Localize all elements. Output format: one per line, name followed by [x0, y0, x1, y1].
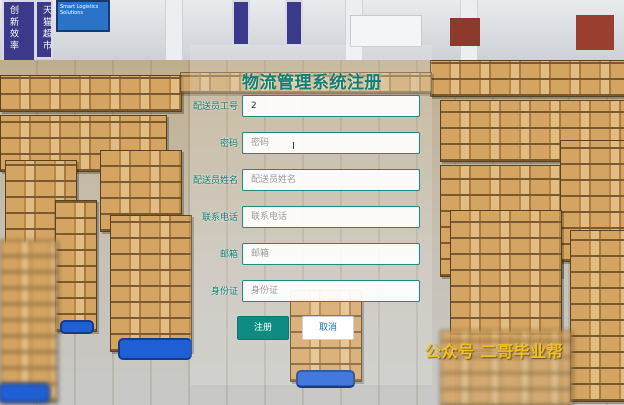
banner-sign — [232, 0, 250, 46]
page-title: 物流管理系统注册 — [242, 73, 382, 93]
cancel-button[interactable]: 取消 — [302, 316, 354, 340]
password-label: 密码 — [219, 139, 238, 149]
banner-sign: 天 猫 超 市 — [35, 0, 53, 59]
id-card-label: 身份证 — [210, 287, 238, 297]
courier-name-label: 配送员姓名 — [192, 176, 238, 186]
courier-name-input[interactable] — [242, 169, 420, 191]
banner-text: 创 新 效 率 — [8, 5, 18, 50]
courier-id-row: 配送员工号 — [178, 95, 424, 119]
register-button[interactable]: 注册 — [237, 316, 289, 340]
password-input[interactable] — [242, 132, 420, 154]
shelf-unit — [55, 200, 97, 332]
courier-id-label: 配送员工号 — [192, 102, 238, 112]
courier-id-input[interactable] — [242, 95, 420, 117]
email-row: 邮箱 — [178, 243, 424, 267]
wall-panel — [450, 18, 480, 46]
shelf-unit — [570, 230, 624, 402]
password-row: 密码 — [178, 132, 424, 156]
agv-robot — [120, 340, 190, 358]
phone-input[interactable] — [242, 206, 420, 228]
wall-panel — [350, 15, 422, 47]
email-label: 邮箱 — [219, 250, 238, 260]
banner-text: 天 猫 超 市 — [41, 5, 51, 50]
text-cursor-icon: I — [292, 141, 295, 152]
screen-text: Smart Logistics Solutions — [60, 4, 99, 16]
agv-robot — [62, 322, 92, 332]
wall-panel — [576, 15, 614, 50]
watermark-text: 公众号 二哥毕业帮 — [425, 342, 564, 361]
courier-name-row: 配送员姓名 — [178, 169, 424, 193]
id-card-input[interactable] — [242, 280, 420, 302]
id-card-row: 身份证 — [178, 280, 424, 304]
phone-label: 联系电话 — [201, 213, 238, 223]
shelf-unit — [0, 240, 57, 402]
banner-sign — [285, 0, 303, 46]
agv-robot — [0, 385, 48, 401]
email-input[interactable] — [242, 243, 420, 265]
display-screen: Smart Logistics Solutions — [56, 0, 110, 32]
phone-row: 联系电话 — [178, 206, 424, 230]
